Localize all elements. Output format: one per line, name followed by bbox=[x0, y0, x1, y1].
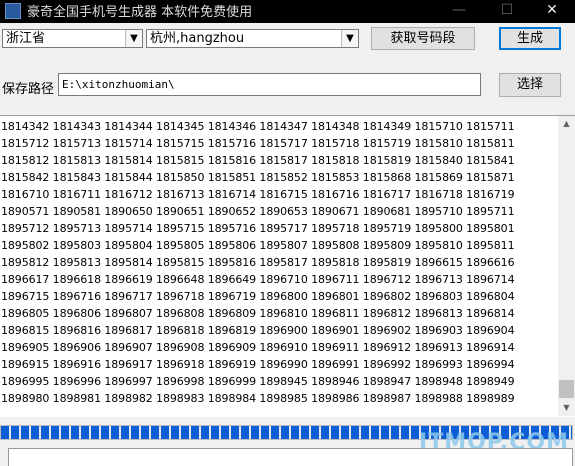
app-icon bbox=[5, 3, 21, 19]
get-segments-button[interactable]: 获取号码段 bbox=[371, 27, 475, 50]
city-value: 杭州,hangzhou bbox=[150, 31, 245, 46]
generate-button[interactable]: 生成 bbox=[499, 27, 561, 50]
save-path-label: 保存路径 bbox=[2, 82, 55, 97]
scrollbar-thumb[interactable] bbox=[559, 380, 574, 398]
province-value: 浙江省 bbox=[6, 31, 46, 46]
scroll-up-icon[interactable]: ▲ bbox=[558, 116, 575, 132]
minimize-button[interactable]: — bbox=[436, 0, 482, 23]
choose-button[interactable]: 选择 bbox=[499, 73, 561, 97]
output-textarea[interactable]: 1814342 1814343 1814344 1814345 1814346 … bbox=[0, 115, 575, 417]
chevron-down-icon[interactable]: ▼ bbox=[125, 30, 142, 47]
scroll-down-icon[interactable]: ▼ bbox=[558, 400, 575, 416]
save-path-input[interactable]: E:\xitonzhuomian\ bbox=[58, 73, 481, 96]
window-title: 豪奇全国手机号生成器 本软件免费使用 bbox=[27, 5, 253, 20]
province-select[interactable]: 浙江省 ▼ bbox=[2, 29, 143, 48]
chevron-down-icon[interactable]: ▼ bbox=[341, 30, 358, 47]
output-text: 1814342 1814343 1814344 1814345 1814346 … bbox=[1, 120, 515, 405]
title-bar: 豪奇全国手机号生成器 本软件免费使用 — ☐ ✕ bbox=[0, 0, 575, 23]
status-box bbox=[8, 448, 573, 466]
maximize-button[interactable]: ☐ bbox=[484, 0, 530, 23]
close-button[interactable]: ✕ bbox=[529, 0, 575, 23]
city-select[interactable]: 杭州,hangzhou ▼ bbox=[146, 29, 359, 48]
vertical-scrollbar[interactable]: ▲ ▼ bbox=[558, 116, 575, 416]
